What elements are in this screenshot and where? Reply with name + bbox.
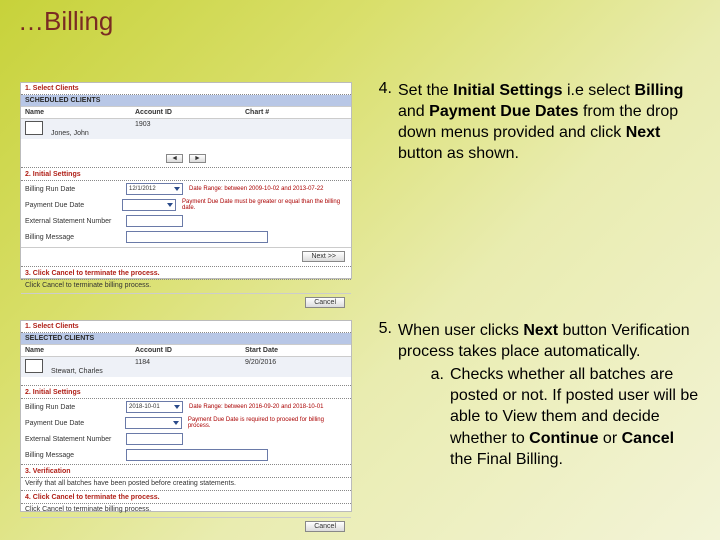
label: Billing Run Date — [25, 186, 120, 193]
t: Payment Due Dates — [429, 103, 578, 120]
t: or — [598, 430, 621, 447]
billing-msg-row: Billing Message — [21, 447, 351, 463]
next-button[interactable]: Next >> — [302, 251, 345, 262]
hint: Date Range: between 2009-10-02 and 2013-… — [189, 186, 323, 192]
step-5-text: When user clicks Next button Verificatio… — [398, 320, 700, 470]
verify-note: Verify that all batches have been posted… — [21, 478, 351, 489]
clients-bar: SELECTED CLIENTS — [21, 333, 351, 344]
label: Payment Due Date — [25, 202, 116, 209]
label: External Statement Number — [25, 218, 120, 225]
cell: Stewart, Charles — [21, 357, 131, 377]
screenshot-2: 1. Select Clients SELECTED CLIENTS Name … — [20, 320, 352, 512]
section-2-header: 2. Initial Settings — [21, 387, 351, 399]
section-1-header: 1. Select Clients — [21, 83, 351, 95]
t: Initial Settings — [453, 82, 562, 99]
t: the Final Billing. — [450, 451, 563, 468]
t: button as shown. — [398, 145, 519, 162]
t: Jones, John — [47, 128, 93, 139]
scroll-right-icon[interactable]: ► — [189, 154, 206, 163]
billing-msg-input[interactable] — [126, 449, 268, 461]
billing-date-row: Billing Run Date 12/1/2012 Date Range: b… — [21, 181, 351, 197]
t: Next — [523, 322, 558, 339]
payment-date-row: Payment Due Date Payment Due Date is req… — [21, 415, 351, 431]
col-name: Name — [21, 107, 131, 118]
ext-stmt-input[interactable] — [126, 215, 183, 227]
clients-bar: SCHEDULED CLIENTS — [21, 95, 351, 106]
label: Billing Run Date — [25, 404, 120, 411]
step-4-number: 4. — [362, 80, 398, 164]
col-date: Start Date — [241, 345, 351, 356]
label: External Statement Number — [25, 436, 120, 443]
ext-stmt-row: External Statement Number — [21, 213, 351, 229]
section-1-header: 1. Select Clients — [21, 321, 351, 333]
payment-date-dropdown[interactable] — [122, 199, 176, 211]
table-header: Name Account ID Start Date — [21, 344, 351, 357]
cell: 1903 — [131, 119, 241, 139]
payment-date-row: Payment Due Date Payment Due Date must b… — [21, 197, 351, 213]
t: Cancel — [622, 430, 674, 447]
hint: Date Range: between 2016-09-20 and 2018-… — [189, 404, 323, 410]
step-5: 5. When user clicks Next button Verifica… — [362, 320, 700, 470]
cell: 1184 — [131, 357, 241, 377]
footer-note: Click Cancel to terminate billing proces… — [21, 504, 351, 515]
ext-stmt-row: External Statement Number — [21, 431, 351, 447]
billing-date-dropdown[interactable]: 2018-10-01 — [126, 401, 183, 413]
t: Continue — [529, 430, 598, 447]
table-row: Jones, John 1903 — [21, 119, 351, 139]
label: Billing Message — [25, 452, 120, 459]
step-5a-text: Checks whether all batches are posted or… — [450, 364, 700, 470]
step-5a-number: a. — [420, 364, 450, 470]
billing-date-dropdown[interactable]: 12/1/2012 — [126, 183, 183, 195]
billing-date-row: Billing Run Date 2018-10-01 Date Range: … — [21, 399, 351, 415]
page-title: …Billing — [18, 6, 113, 37]
col-acct: Account ID — [131, 345, 241, 356]
t: Next — [626, 124, 661, 141]
payment-date-dropdown[interactable] — [125, 417, 182, 429]
billing-msg-input[interactable] — [126, 231, 268, 243]
step-4-text: Set the Initial Settings i.e select Bill… — [398, 80, 700, 164]
cell: Jones, John — [21, 119, 131, 139]
step-4: 4. Set the Initial Settings i.e select B… — [362, 80, 700, 164]
section-3-header: 3. Click Cancel to terminate the process… — [21, 268, 351, 280]
label: Billing Message — [25, 234, 120, 241]
cell — [241, 119, 351, 139]
section-3-header: 3. Verification — [21, 466, 351, 478]
t: Stewart, Charles — [47, 366, 107, 377]
label: Payment Due Date — [25, 420, 119, 427]
t: Set the — [398, 82, 453, 99]
step-5-number: 5. — [362, 320, 398, 470]
col-name: Name — [21, 345, 131, 356]
scroll-left-icon[interactable]: ◄ — [166, 154, 183, 163]
footer-note: Click Cancel to terminate billing proces… — [21, 280, 351, 291]
cell: 9/20/2016 — [241, 357, 351, 377]
t: Billing — [635, 82, 684, 99]
table-row: Stewart, Charles 1184 9/20/2016 — [21, 357, 351, 377]
t: and — [398, 103, 429, 120]
t: When user clicks — [398, 322, 523, 339]
screenshot-1: 1. Select Clients SCHEDULED CLIENTS Name… — [20, 82, 352, 279]
section-4-header: 4. Click Cancel to terminate the process… — [21, 492, 351, 504]
col-chart: Chart # — [241, 107, 351, 118]
hint: Payment Due Date must be greater or equa… — [182, 199, 347, 211]
cancel-button[interactable]: Cancel — [305, 297, 345, 308]
section-2-header: 2. Initial Settings — [21, 169, 351, 181]
checkbox-icon[interactable] — [25, 121, 43, 135]
checkbox-icon[interactable] — [25, 359, 43, 373]
cancel-button[interactable]: Cancel — [305, 521, 345, 532]
t: i.e select — [563, 82, 635, 99]
billing-msg-row: Billing Message — [21, 229, 351, 245]
table-header: Name Account ID Chart # — [21, 106, 351, 119]
ext-stmt-input[interactable] — [126, 433, 183, 445]
col-acct: Account ID — [131, 107, 241, 118]
hint: Payment Due Date is required to proceed … — [188, 417, 347, 429]
t: 12/1/2012 — [129, 186, 156, 192]
t: 2018-10-01 — [129, 404, 160, 410]
